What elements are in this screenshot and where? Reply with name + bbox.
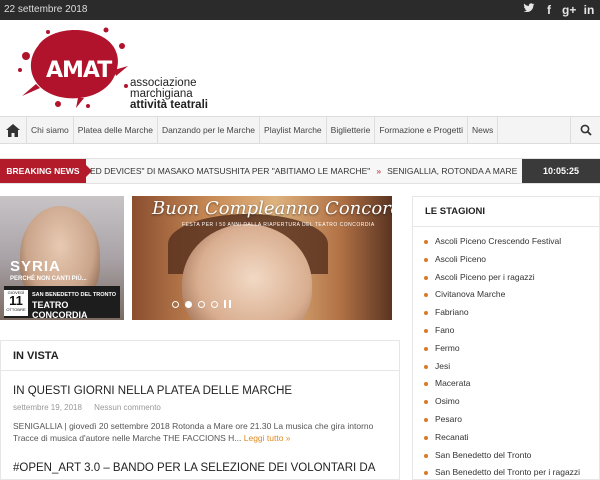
slider-dot-active[interactable]	[185, 300, 192, 308]
article-excerpt-text: SENIGALLIA | giovedì 20 settembre 2018 R…	[13, 421, 374, 443]
article-meta: settembre 19, 2018 Nessun commento	[13, 403, 387, 412]
event-day: 11	[9, 293, 23, 308]
slide-title: SYRIA	[10, 258, 61, 275]
slide-subtitle: FESTA PER I 50 ANNI DALLA RIAPERTURA DEL…	[182, 222, 375, 228]
season-link[interactable]: Macerata	[413, 375, 599, 393]
social-links: f g+ in	[522, 2, 596, 18]
nav-menu: Chi siamo Platea delle Marche Danzando p…	[26, 117, 499, 143]
logo-line-3: attività teatrali	[130, 99, 208, 111]
nav-item-danzando[interactable]: Danzando per le Marche	[156, 117, 259, 143]
nav-item-formazione[interactable]: Formazione e Progetti	[374, 117, 467, 143]
ticker-item[interactable]: SENIGALLIA, ROTONDA A MARE GIOV	[387, 166, 520, 176]
slide-subtitle: PERCHÉ NON CANTI PIÙ...	[10, 276, 87, 282]
slide-title: Buon Compleanno Concordia!	[152, 198, 392, 219]
article-comments[interactable]: Nessun commento	[94, 403, 161, 412]
current-date: 22 settembre 2018	[4, 4, 88, 15]
in-vista-section: IN VISTA IN QUESTI GIORNI NELLA PLATEA D…	[0, 340, 400, 480]
google-plus-icon[interactable]: g+	[562, 2, 576, 18]
season-link[interactable]: Civitanova Marche	[413, 286, 599, 304]
season-link[interactable]: San Benedetto del Tronto	[413, 447, 599, 465]
season-link[interactable]: Ascoli Piceno per i ragazzi	[413, 269, 599, 287]
nav-item-playlist[interactable]: Playlist Marche	[259, 117, 326, 143]
twitter-icon[interactable]	[522, 2, 536, 18]
event-city: SAN BENEDETTO DEL TRONTO	[32, 292, 117, 298]
season-link[interactable]: Osimo	[413, 393, 599, 411]
linkedin-icon[interactable]: in	[582, 2, 596, 18]
slider-dot[interactable]	[211, 300, 218, 308]
seasons-list: Ascoli Piceno Crescendo Festival Ascoli …	[413, 227, 599, 479]
season-link[interactable]: Recanati	[413, 429, 599, 447]
breaking-news-bar: BREAKING NEWS ED DEVICES" DI MASAKO MATS…	[0, 158, 600, 184]
article-card: IN QUESTI GIORNI NELLA PLATEA DELLE MARC…	[1, 385, 399, 444]
section-heading: IN VISTA	[1, 341, 399, 371]
pause-icon[interactable]	[224, 300, 231, 308]
season-link[interactable]: Ascoli Piceno Crescendo Festival	[413, 233, 599, 251]
logo-tagline: associazione marchigiana attività teatra…	[130, 77, 208, 111]
event-date: GIOVEDÌ 11 OTTOBRE	[4, 290, 28, 316]
slider-controls	[172, 300, 231, 308]
article-title[interactable]: #OPEN_ART 3.0 – BANDO PER LA SELEZIONE D…	[1, 462, 399, 474]
top-bar: 22 settembre 2018 f g+ in	[0, 0, 600, 20]
main-nav: Chi siamo Platea delle Marche Danzando p…	[0, 116, 600, 144]
nav-item-platea[interactable]: Platea delle Marche	[72, 117, 157, 143]
ticker-separator-icon: »	[376, 166, 382, 176]
site-header: AMAT associazione marchigiana attività t…	[0, 20, 600, 116]
slider-dot[interactable]	[198, 300, 205, 308]
seasons-sidebar: LE STAGIONI Ascoli Piceno Crescendo Fest…	[412, 196, 600, 480]
article-card: #OPEN_ART 3.0 – BANDO PER LA SELEZIONE D…	[1, 462, 399, 474]
event-month: OTTOBRE	[6, 307, 26, 312]
ticker-item[interactable]: ED DEVICES" DI MASAKO MATSUSHITA PER "AB…	[90, 166, 370, 176]
slider-dot[interactable]	[172, 300, 179, 308]
facebook-icon[interactable]: f	[542, 2, 556, 18]
article-excerpt: SENIGALLIA | giovedì 20 settembre 2018 R…	[13, 420, 383, 444]
season-link[interactable]: Fermo	[413, 340, 599, 358]
slide-syria[interactable]: SYRIA PERCHÉ NON CANTI PIÙ... GIOVEDÌ 11…	[0, 196, 124, 320]
event-venue: TEATRO CONCORDIA	[32, 300, 88, 320]
season-link[interactable]: Fano	[413, 322, 599, 340]
nav-item-news[interactable]: News	[466, 117, 499, 143]
season-link[interactable]: Ascoli Piceno	[413, 251, 599, 269]
logo-wordmark[interactable]: AMAT	[46, 58, 112, 83]
season-link[interactable]: Jesi	[413, 358, 599, 376]
nav-item-chi-siamo[interactable]: Chi siamo	[26, 117, 73, 143]
search-icon[interactable]	[570, 117, 600, 143]
slide-concordia[interactable]: Buon Compleanno Concordia! FESTA PER I 5…	[132, 196, 392, 320]
nav-item-biglietterie[interactable]: Biglietterie	[325, 117, 375, 143]
read-more-link[interactable]: Leggi tutto »	[244, 433, 291, 443]
season-link[interactable]: Pesaro	[413, 411, 599, 429]
article-title[interactable]: IN QUESTI GIORNI NELLA PLATEA DELLE MARC…	[13, 385, 387, 397]
sidebar-heading: LE STAGIONI	[413, 197, 599, 227]
season-link[interactable]: Fabriano	[413, 304, 599, 322]
breaking-news-label: BREAKING NEWS	[0, 159, 92, 183]
season-link[interactable]: San Benedetto del Tronto per i ragazzi	[413, 464, 599, 479]
article-date: settembre 19, 2018	[13, 403, 82, 412]
home-icon[interactable]	[0, 117, 26, 143]
live-clock: 10:05:25	[522, 159, 600, 183]
news-ticker[interactable]: ED DEVICES" DI MASAKO MATSUSHITA PER "AB…	[90, 159, 520, 183]
